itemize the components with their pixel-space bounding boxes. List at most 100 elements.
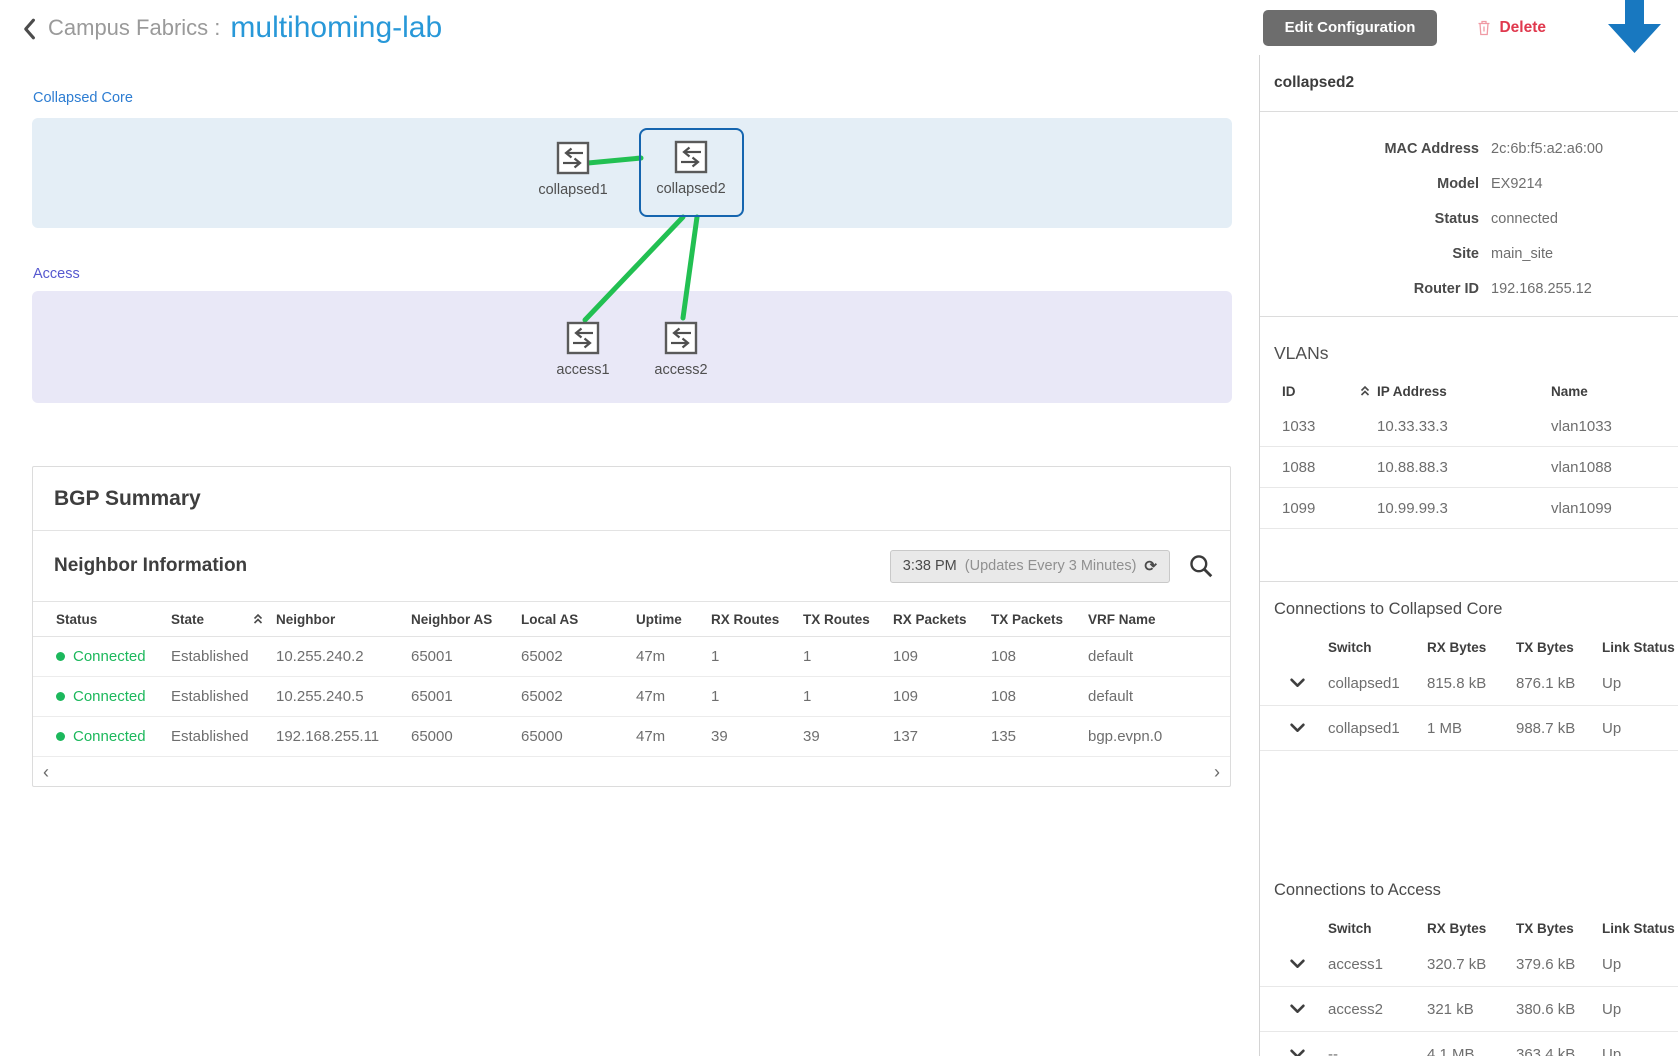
status-text: Connected bbox=[73, 688, 146, 705]
tx-bytes-cell: 363.4 kB bbox=[1516, 1046, 1602, 1056]
vrf-name-cell: bgp.evpn.0 bbox=[1088, 728, 1230, 745]
neighbor-cell: 10.255.240.2 bbox=[276, 648, 411, 665]
access-connection-row: -- 4.1 MB 363.4 kB Up bbox=[1260, 1032, 1678, 1056]
model-label: Model bbox=[1260, 176, 1479, 192]
link-status-cell: Up bbox=[1602, 1046, 1678, 1056]
col-status[interactable]: Status bbox=[56, 612, 171, 627]
vlan-name: vlan1099 bbox=[1551, 500, 1678, 517]
page-header: Campus Fabrics : multihoming-lab Edit Co… bbox=[0, 0, 1678, 55]
connected-dot-icon bbox=[56, 732, 65, 741]
neighbor-as-cell: 65001 bbox=[411, 648, 521, 665]
expand-chevron-icon[interactable] bbox=[1290, 1004, 1305, 1014]
col-tx-routes[interactable]: TX Routes bbox=[803, 612, 893, 627]
status-value: connected bbox=[1491, 211, 1558, 227]
refresh-icon: ⟳ bbox=[1144, 557, 1157, 575]
delete-label: Delete bbox=[1499, 19, 1546, 37]
delete-button[interactable]: Delete bbox=[1477, 19, 1546, 37]
col-rx-bytes: RX Bytes bbox=[1427, 640, 1516, 655]
tx-packets-cell: 108 bbox=[991, 688, 1088, 705]
tx-routes-cell: 39 bbox=[803, 728, 893, 745]
breadcrumb[interactable]: Campus Fabrics : bbox=[48, 15, 220, 41]
col-state[interactable]: State bbox=[171, 612, 276, 627]
state-cell: Established bbox=[171, 648, 276, 665]
connections-core-title: Connections to Collapsed Core bbox=[1274, 600, 1678, 619]
col-rx-routes[interactable]: RX Routes bbox=[711, 612, 803, 627]
col-link-status: Link Status bbox=[1602, 640, 1678, 655]
divider bbox=[1260, 581, 1678, 582]
vlans-title: VLANs bbox=[1274, 343, 1678, 364]
expand-chevron-icon[interactable] bbox=[1290, 959, 1305, 969]
node-label: collapsed2 bbox=[656, 181, 725, 197]
rx-bytes-cell: 1 MB bbox=[1427, 720, 1516, 737]
neighbor-cell: 10.255.240.5 bbox=[276, 688, 411, 705]
col-vrf-name[interactable]: VRF Name bbox=[1088, 612, 1230, 627]
rx-bytes-cell: 321 kB bbox=[1427, 1001, 1516, 1018]
status-label: Status bbox=[1260, 211, 1479, 227]
tx-packets-cell: 135 bbox=[991, 728, 1088, 745]
access-connection-row: access2 321 kB 380.6 kB Up bbox=[1260, 987, 1678, 1032]
rx-bytes-cell: 320.7 kB bbox=[1427, 956, 1516, 973]
edit-configuration-button[interactable]: Edit Configuration bbox=[1263, 10, 1438, 46]
bgp-table-header: Status State Neighbor Neighbor AS Local … bbox=[33, 602, 1230, 637]
col-vlan-name[interactable]: Name bbox=[1551, 384, 1678, 399]
expand-chevron-icon[interactable] bbox=[1290, 678, 1305, 688]
link-status-cell: Up bbox=[1602, 675, 1678, 692]
vlan-row: 1033 10.33.33.3 vlan1033 bbox=[1260, 406, 1678, 447]
back-chevron-icon[interactable] bbox=[22, 18, 36, 40]
node-collapsed2[interactable]: collapsed2 bbox=[655, 139, 727, 197]
bgp-table-row[interactable]: Connected Established 10.255.240.5 65001… bbox=[33, 677, 1230, 717]
vlan-row: 1088 10.88.88.3 vlan1088 bbox=[1260, 447, 1678, 488]
scroll-right-icon[interactable]: › bbox=[1214, 763, 1220, 781]
bgp-table-row[interactable]: Connected Established 10.255.240.2 65001… bbox=[33, 637, 1230, 677]
scroll-left-icon[interactable]: ‹ bbox=[43, 763, 49, 781]
col-tx-bytes: TX Bytes bbox=[1516, 921, 1602, 936]
tx-bytes-cell: 876.1 kB bbox=[1516, 675, 1602, 692]
col-neighbor[interactable]: Neighbor bbox=[276, 612, 411, 627]
col-rx-bytes: RX Bytes bbox=[1427, 921, 1516, 936]
vlans-table-header: ID IP Address Name bbox=[1260, 376, 1678, 406]
state-cell: Established bbox=[171, 728, 276, 745]
uptime-cell: 47m bbox=[636, 688, 711, 705]
bgp-table-row[interactable]: Connected Established 192.168.255.11 650… bbox=[33, 717, 1230, 757]
vlan-name: vlan1033 bbox=[1551, 418, 1678, 435]
col-state-label: State bbox=[171, 612, 204, 627]
detail-row: Status connected bbox=[1260, 201, 1678, 236]
col-tx-packets[interactable]: TX Packets bbox=[991, 612, 1088, 627]
rx-bytes-cell: 815.8 kB bbox=[1427, 675, 1516, 692]
switch-cell: access1 bbox=[1328, 956, 1427, 973]
collapsed-core-band bbox=[32, 118, 1232, 228]
rx-packets-cell: 137 bbox=[893, 728, 991, 745]
header-actions: Edit Configuration Delete bbox=[1263, 10, 1546, 46]
site-label: Site bbox=[1260, 246, 1479, 262]
vlan-id: 1033 bbox=[1282, 418, 1377, 435]
col-tx-bytes: TX Bytes bbox=[1516, 640, 1602, 655]
switch-cell: collapsed1 bbox=[1328, 720, 1427, 737]
connected-dot-icon bbox=[56, 692, 65, 701]
uptime-cell: 47m bbox=[636, 648, 711, 665]
search-icon[interactable] bbox=[1188, 553, 1214, 579]
detail-row: Site main_site bbox=[1260, 236, 1678, 271]
col-local-as[interactable]: Local AS bbox=[521, 612, 636, 627]
col-vlan-ip[interactable]: IP Address bbox=[1377, 384, 1551, 399]
uptime-cell: 47m bbox=[636, 728, 711, 745]
col-rx-packets[interactable]: RX Packets bbox=[893, 612, 991, 627]
node-access2[interactable]: access2 bbox=[645, 320, 717, 378]
col-neighbor-as[interactable]: Neighbor AS bbox=[411, 612, 521, 627]
expand-chevron-icon[interactable] bbox=[1290, 723, 1305, 733]
col-uptime[interactable]: Uptime bbox=[636, 612, 711, 627]
bgp-summary-title: BGP Summary bbox=[33, 467, 1230, 531]
neighbor-as-cell: 65000 bbox=[411, 728, 521, 745]
access-zone-label: Access bbox=[33, 266, 80, 282]
update-interval-note: (Updates Every 3 Minutes) bbox=[965, 558, 1137, 574]
model-value: EX9214 bbox=[1491, 176, 1543, 192]
node-collapsed1[interactable]: collapsed1 bbox=[537, 140, 609, 198]
node-label: access1 bbox=[556, 362, 609, 378]
rx-packets-cell: 109 bbox=[893, 648, 991, 665]
refresh-timestamp-button[interactable]: 3:38 PM (Updates Every 3 Minutes) ⟳ bbox=[890, 550, 1170, 583]
node-collapsed2-selected[interactable]: collapsed2 bbox=[639, 128, 744, 217]
local-as-cell: 65002 bbox=[521, 648, 636, 665]
col-vlan-id[interactable]: ID bbox=[1282, 384, 1377, 399]
node-access1[interactable]: access1 bbox=[547, 320, 619, 378]
expand-chevron-icon[interactable] bbox=[1290, 1049, 1305, 1056]
core-connection-row: collapsed1 815.8 kB 876.1 kB Up bbox=[1260, 661, 1678, 706]
